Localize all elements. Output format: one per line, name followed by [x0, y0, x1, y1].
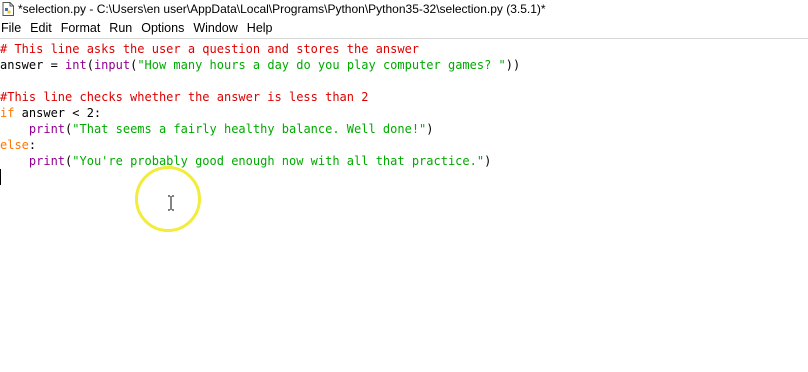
code-token-builtin: input — [93, 58, 131, 72]
code-editor[interactable]: # This line asks the user a question and… — [0, 38, 808, 372]
menu-window[interactable]: Window — [189, 18, 242, 38]
code-line[interactable]: answer = int(input("How many hours a day… — [0, 57, 520, 73]
menu-bar: File Edit Format Run Options Window Help — [0, 18, 808, 38]
code-token-comment: #This line checks whether the answer is … — [0, 90, 369, 104]
python-file-icon — [1, 2, 15, 16]
menu-run[interactable]: Run — [105, 18, 137, 38]
ibeam-cursor-icon — [167, 195, 175, 211]
code-token-string: "How many hours a day do you play comput… — [137, 58, 506, 72]
code-line[interactable]: print("That seems a fairly healthy balan… — [0, 121, 520, 137]
code-token-keyword: if — [0, 106, 15, 120]
code-token-plain: ( — [86, 58, 94, 72]
code-token-string: "You're probably good enough now with al… — [72, 154, 485, 168]
window-title: *selection.py - C:\Users\en user\AppData… — [18, 2, 546, 16]
menu-options[interactable]: Options — [137, 18, 189, 38]
idle-editor-window: *selection.py - C:\Users\en user\AppData… — [0, 0, 808, 372]
code-line[interactable]: # This line asks the user a question and… — [0, 41, 520, 57]
menu-format[interactable]: Format — [57, 18, 106, 38]
code-line[interactable]: print("You're probably good enough now w… — [0, 153, 520, 169]
code-token-keyword: else — [0, 138, 29, 152]
menu-file[interactable]: File — [0, 18, 26, 38]
menu-edit[interactable]: Edit — [26, 18, 57, 38]
code-token-plain: ) — [426, 122, 434, 136]
code-line[interactable]: if answer < 2: — [0, 105, 520, 121]
code-token-plain: answer = — [0, 58, 66, 72]
code-token-builtin: int — [65, 58, 87, 72]
code-text[interactable]: # This line asks the user a question and… — [0, 41, 520, 185]
code-token-string: "That seems a fairly healthy balance. We… — [72, 122, 427, 136]
code-line[interactable]: #This line checks whether the answer is … — [0, 89, 520, 105]
menu-help[interactable]: Help — [243, 18, 278, 38]
code-line[interactable] — [0, 169, 520, 185]
code-line[interactable]: else: — [0, 137, 520, 153]
code-token-builtin: print — [28, 122, 66, 136]
code-token-plain: ) — [484, 154, 492, 168]
code-line[interactable] — [0, 73, 520, 89]
code-token-plain: : — [28, 138, 37, 152]
code-token-comment: # This line asks the user a question and… — [0, 42, 420, 56]
code-token-plain: )) — [505, 58, 521, 72]
title-bar[interactable]: *selection.py - C:\Users\en user\AppData… — [0, 0, 808, 18]
text-caret — [0, 169, 1, 185]
code-token-plain: answer < 2: — [14, 106, 102, 120]
code-token-builtin: print — [28, 154, 66, 168]
